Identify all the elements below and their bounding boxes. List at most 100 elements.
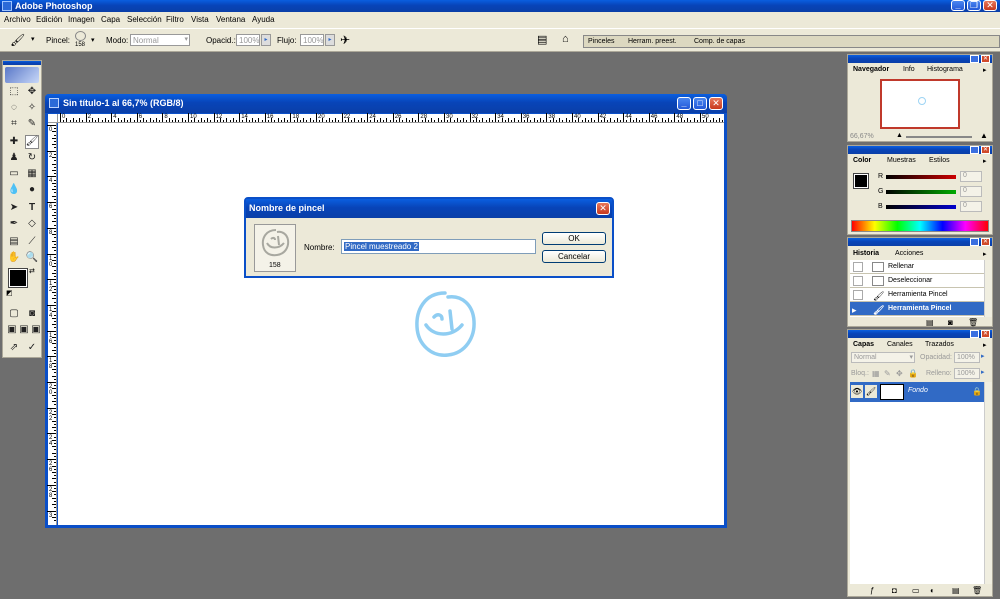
navigator-zoom-value[interactable]: 66,67% bbox=[850, 133, 874, 140]
lock-image-icon[interactable]: ✎ bbox=[884, 369, 891, 378]
zoom-icon[interactable]: 🔍 bbox=[25, 251, 39, 265]
color-menu-arrow-icon[interactable]: ▸ bbox=[983, 157, 987, 165]
brush-picker[interactable]: 158 bbox=[73, 31, 89, 50]
menu-vista[interactable]: Vista bbox=[191, 15, 209, 24]
ok-button[interactable]: OK bbox=[542, 232, 606, 245]
palette-well-icon[interactable]: ⌂ bbox=[562, 33, 569, 45]
foreground-color-swatch[interactable] bbox=[8, 268, 28, 288]
tool-preset-icon[interactable]: 🖌 bbox=[10, 33, 25, 47]
layers-close-button[interactable]: ✕ bbox=[981, 330, 990, 338]
lock-position-icon[interactable]: ✥ bbox=[896, 369, 903, 378]
opacity-input[interactable]: 100% bbox=[236, 34, 260, 46]
airbrush-icon[interactable]: ✈ bbox=[340, 33, 350, 47]
layer-fill-slider-button[interactable]: ▸ bbox=[981, 368, 985, 376]
tab-info[interactable]: Info bbox=[900, 65, 918, 75]
menu-imagen[interactable]: Imagen bbox=[68, 15, 95, 24]
app-title-bar[interactable]: Adobe Photoshop _ ❐ ✕ bbox=[0, 0, 1000, 12]
rectangular-marquee-icon[interactable]: ⬚ bbox=[7, 85, 21, 99]
layers-menu-arrow-icon[interactable]: ▸ bbox=[983, 341, 987, 349]
menu-filtro[interactable]: Filtro bbox=[166, 15, 184, 24]
healing-brush-icon[interactable]: ✚ bbox=[7, 135, 21, 149]
navigator-minimize-button[interactable] bbox=[970, 55, 979, 63]
tab-capas[interactable]: Capas bbox=[850, 340, 878, 350]
shape-icon[interactable]: ◇ bbox=[25, 217, 39, 231]
add-layer-style-icon[interactable]: ƒ bbox=[870, 586, 874, 595]
move-icon[interactable]: ✥ bbox=[25, 85, 39, 99]
tab-histograma[interactable]: Histograma bbox=[924, 65, 966, 75]
ruler-corner[interactable] bbox=[48, 114, 58, 123]
lock-all-icon[interactable]: 🔒 bbox=[908, 369, 918, 378]
gradient-icon[interactable]: ▦ bbox=[25, 167, 39, 181]
layer-row-fondo[interactable]: 👁 🖌 Fondo 🔒 bbox=[850, 382, 984, 402]
clone-stamp-icon[interactable]: ♟ bbox=[7, 151, 21, 165]
brush-name-input[interactable]: Pincel muestreado 2 bbox=[341, 239, 536, 254]
layer-link-brush-icon[interactable]: 🖌 bbox=[865, 385, 877, 398]
flow-slider-button[interactable]: ▸ bbox=[325, 34, 335, 46]
vertical-ruler[interactable]: 0 2 4 6 8 10 12 14 16 18 20 22 24 26 28 3 bbox=[47, 123, 57, 525]
color-minimize-button[interactable] bbox=[970, 146, 979, 154]
flow-input[interactable]: 100% bbox=[300, 34, 324, 46]
horizontal-ruler[interactable]: 0 2 4 6 8 10 12 14 16 18 20 22 24 26 28 30 32 34 36 38 40 42 4… bbox=[58, 113, 724, 123]
mode-select[interactable]: Normal ▾ bbox=[130, 34, 190, 46]
blur-icon[interactable]: 💧 bbox=[7, 183, 21, 197]
edit-in-imageready-icon[interactable]: ✓ bbox=[25, 341, 39, 355]
quick-mask-icon[interactable]: ◙ bbox=[25, 307, 39, 321]
layers-minimize-button[interactable] bbox=[970, 330, 979, 338]
color-spectrum-bar[interactable] bbox=[851, 220, 989, 232]
slice-icon[interactable]: ✎ bbox=[25, 117, 39, 131]
tab-estilos[interactable]: Estilos bbox=[926, 156, 953, 166]
standard-mode-icon[interactable]: ▢ bbox=[7, 307, 21, 321]
document-title-bar[interactable]: Sin título-1 al 66,7% (RGB/8) _ □ ✕ bbox=[45, 94, 727, 113]
dialog-title-bar[interactable]: Nombre de pincel ✕ bbox=[246, 199, 612, 218]
lock-transparency-icon[interactable]: ▦ bbox=[872, 369, 880, 378]
opacity-slider-button[interactable]: ▸ bbox=[261, 34, 271, 46]
history-source-checkbox[interactable] bbox=[853, 290, 863, 300]
path-selection-icon[interactable]: ➤ bbox=[7, 201, 21, 215]
close-button[interactable]: ✕ bbox=[983, 0, 997, 11]
brush-picker-arrow-icon[interactable]: ▾ bbox=[91, 36, 95, 44]
history-item-deseleccionar[interactable]: Deseleccionar bbox=[850, 274, 984, 288]
palette-well-tab-pinceles[interactable]: Pinceles bbox=[588, 38, 614, 45]
tab-trazados[interactable]: Trazados bbox=[922, 340, 957, 350]
tab-navegador[interactable]: Navegador bbox=[850, 65, 893, 75]
navigator-title-bar[interactable]: ✕ bbox=[848, 55, 992, 63]
history-menu-arrow-icon[interactable]: ▸ bbox=[983, 250, 987, 258]
lasso-icon[interactable]: ◌ bbox=[7, 101, 21, 115]
tab-acciones[interactable]: Acciones bbox=[892, 249, 926, 259]
layer-visibility-eye-icon[interactable]: 👁 bbox=[851, 385, 863, 398]
tab-historia[interactable]: Historia bbox=[850, 249, 883, 259]
history-state-slider-icon[interactable]: ▸ bbox=[852, 303, 857, 317]
screen-mode-full-icon[interactable]: ▣ bbox=[29, 323, 43, 337]
blend-mode-select[interactable]: Normal ▾ bbox=[851, 352, 915, 363]
feather-logo[interactable] bbox=[5, 67, 39, 83]
add-layer-mask-icon[interactable]: ◘ bbox=[892, 586, 897, 595]
history-source-checkbox[interactable] bbox=[853, 262, 863, 272]
delete-layer-icon[interactable]: 🗑 bbox=[972, 586, 982, 595]
pen-icon[interactable]: ✒ bbox=[7, 217, 21, 231]
toolbox-header[interactable] bbox=[3, 61, 41, 65]
eraser-icon[interactable]: ▭ bbox=[7, 167, 21, 181]
channel-g-slider[interactable] bbox=[886, 190, 956, 194]
document-maximize-button[interactable]: □ bbox=[693, 97, 707, 110]
canvas[interactable] bbox=[58, 123, 724, 525]
menu-capa[interactable]: Capa bbox=[101, 15, 120, 24]
channel-g-input[interactable]: 0 bbox=[960, 186, 982, 197]
tab-muestras[interactable]: Muestras bbox=[884, 156, 919, 166]
color-close-button[interactable]: ✕ bbox=[981, 146, 990, 154]
swap-colors-icon[interactable]: ⇄ bbox=[29, 267, 35, 275]
history-source-checkbox[interactable] bbox=[853, 276, 863, 286]
layers-scrollbar[interactable] bbox=[984, 382, 992, 584]
channel-b-slider[interactable] bbox=[886, 205, 956, 209]
menu-ventana[interactable]: Ventana bbox=[216, 15, 245, 24]
menu-archivo[interactable]: Archivo bbox=[4, 15, 31, 24]
brush-tool-icon[interactable]: 🖌 bbox=[25, 135, 39, 149]
tool-preset-arrow-icon[interactable]: ▾ bbox=[31, 35, 35, 43]
new-document-from-state-icon[interactable]: ▤ bbox=[926, 318, 934, 327]
channel-r-slider[interactable] bbox=[886, 175, 956, 179]
history-close-button[interactable]: ✕ bbox=[981, 238, 990, 246]
magic-wand-icon[interactable]: ✧ bbox=[25, 101, 39, 115]
zoom-in-icon[interactable]: ▲ bbox=[980, 131, 988, 140]
history-brush-icon[interactable]: ↻ bbox=[25, 151, 39, 165]
notes-icon[interactable]: ▤ bbox=[7, 235, 21, 249]
channel-r-input[interactable]: 0 bbox=[960, 171, 982, 182]
